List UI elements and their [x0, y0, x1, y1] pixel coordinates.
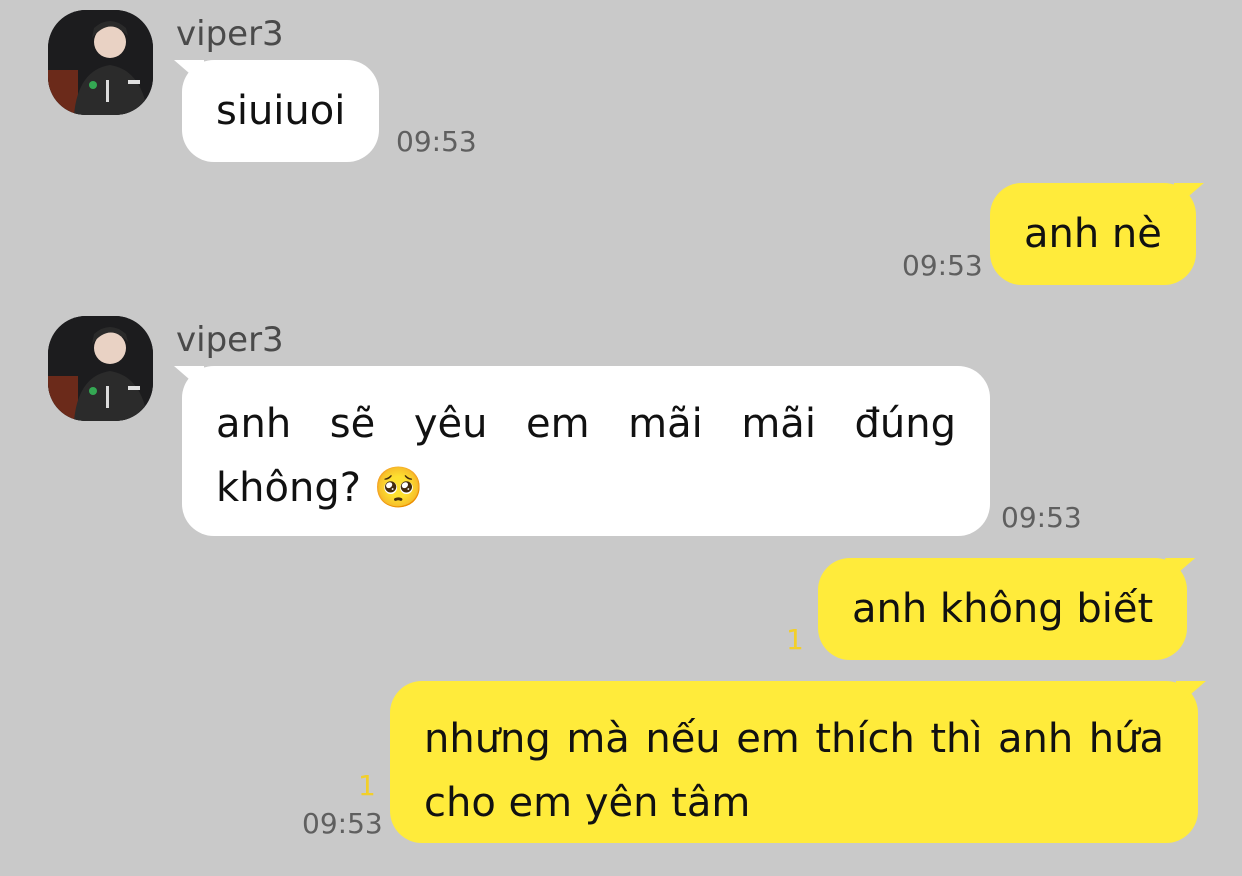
message-time: 09:53 — [1001, 501, 1082, 534]
sender-name: viper3 — [176, 320, 284, 360]
message-bubble-outgoing[interactable]: nhưng mà nếu em thích thì anh hứa cho em… — [390, 681, 1198, 843]
avatar-photo-icon — [48, 10, 153, 115]
unread-count: 1 — [786, 623, 804, 656]
sender-avatar[interactable] — [48, 10, 153, 115]
message-time: 09:53 — [396, 125, 477, 158]
unread-count: 1 — [358, 769, 376, 802]
message-text: anh sẽ yêu em mãi mãi đúng không? 🥺 — [216, 401, 956, 511]
message-bubble-incoming[interactable]: siuiuoi — [182, 60, 380, 162]
message-text: anh không biết — [852, 586, 1154, 632]
message-time: 09:53 — [302, 807, 383, 840]
message-bubble-outgoing[interactable]: anh nè — [990, 183, 1196, 285]
sender-avatar[interactable] — [48, 316, 153, 421]
message-text: anh nè — [1024, 211, 1162, 257]
chat-conversation: viper3 siuiuoi 09:53 anh nè 09:53 viper3… — [0, 0, 1242, 876]
message-bubble-outgoing[interactable]: anh không biết — [818, 558, 1188, 660]
message-text: siuiuoi — [216, 88, 346, 134]
sender-name: viper3 — [176, 14, 284, 54]
message-text: nhưng mà nếu em thích thì anh hứa cho em… — [424, 716, 1164, 826]
message-bubble-incoming[interactable]: anh sẽ yêu em mãi mãi đúng không? 🥺 — [182, 366, 990, 536]
avatar-photo-icon — [48, 316, 153, 421]
message-time: 09:53 — [902, 249, 983, 282]
